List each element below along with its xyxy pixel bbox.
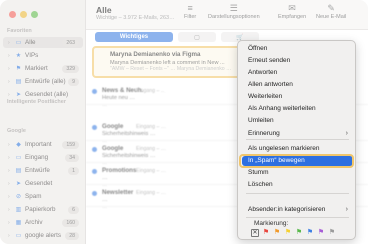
menu-item-label: Stumm (248, 169, 269, 176)
menu-item[interactable]: Antworten (242, 68, 353, 78)
menu-item[interactable]: Als Anhang weiterleiten (242, 104, 353, 114)
clear-flag-icon[interactable]: ✕ (251, 229, 259, 237)
menu-separator (246, 139, 349, 140)
chevron-right-icon: › (345, 206, 348, 213)
menu-item[interactable]: Erinnerung › (242, 129, 353, 139)
flag-icon[interactable]: ⚑ (284, 229, 292, 237)
menu-item[interactable]: Allen antworten (242, 80, 353, 90)
menu-item[interactable]: Erneut senden (242, 56, 353, 66)
menu-item-label: Erneut senden (248, 57, 291, 64)
menu-item[interactable]: Löschen (242, 180, 353, 190)
menu-item[interactable]: Als ungelesen markieren (242, 144, 353, 154)
flag-color-picker: ✕ ⚑ ⚑ ⚑ ⚑ ⚑ ⚑ ⚑ (251, 229, 336, 237)
menu-item-label: Allen antworten (248, 81, 293, 88)
marking-label: Markierung: (254, 220, 289, 227)
chevron-right-icon: › (345, 130, 348, 137)
menu-item-label: Als Anhang weiterleiten (248, 105, 316, 112)
menu-item[interactable]: Stumm (242, 168, 353, 178)
flag-icon[interactable]: ⚑ (262, 229, 270, 237)
menu-item-label: Absender:in kategorisieren (248, 206, 326, 213)
menu-item-label: Löschen (248, 181, 273, 188)
flag-icon[interactable]: ⚑ (306, 229, 314, 237)
flag-icon[interactable]: ⚑ (273, 229, 281, 237)
menu-item[interactable]: Absender:in kategorisieren › (242, 205, 353, 215)
menu-item[interactable]: Umleiten (242, 116, 353, 126)
flag-icon[interactable]: ⚑ (317, 229, 325, 237)
menu-item-label: Erinnerung (248, 130, 280, 137)
highlight-ring (239, 154, 354, 168)
mail-window: Favoriten › ▭ Alle 263 › ★ VIPs › ⚑ Markiert 329 › ▤… (0, 0, 368, 244)
menu-separator (246, 193, 349, 194)
menu-item-label: Weiterleiten (248, 93, 283, 100)
flag-icon[interactable]: ⚑ (295, 229, 303, 237)
menu-separator (246, 217, 349, 218)
menu-item-label: Umleiten (248, 117, 274, 124)
flag-icon[interactable]: ⚑ (328, 229, 336, 237)
menu-item-label: Als ungelesen markieren (248, 145, 320, 152)
menu-item-label: Antworten (248, 69, 278, 76)
menu-item[interactable]: Weiterleiten (242, 92, 353, 102)
menu-item-label: Öffnen (248, 45, 268, 52)
menu-item[interactable]: Öffnen (242, 44, 353, 54)
context-menu: Öffnen Erneut senden Antworten Allen antwor… (237, 40, 356, 240)
